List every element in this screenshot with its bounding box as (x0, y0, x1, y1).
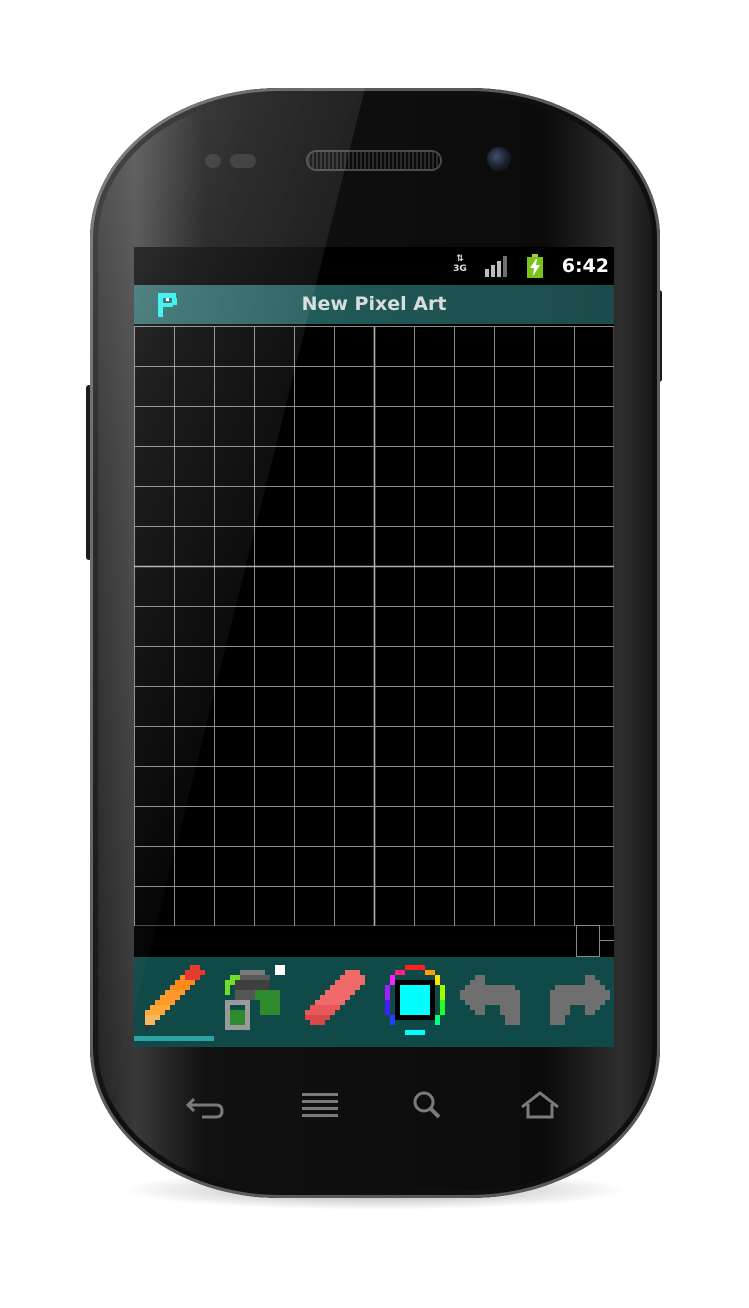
tool-color[interactable] (374, 957, 454, 1047)
data-transfer-icon: ⇅ 3G (451, 254, 469, 278)
network-type-label: 3G (453, 264, 467, 274)
pencil-icon (145, 965, 205, 1030)
tool-fill[interactable] (214, 957, 294, 1047)
menu-icon[interactable] (296, 1085, 344, 1125)
eraser-icon (305, 970, 365, 1025)
active-tool-indicator (134, 1036, 214, 1041)
screen: ⇅ 3G 6:42 New Pixel Art (134, 247, 614, 1047)
undo-arrow-icon (460, 975, 520, 1025)
tool-eraser[interactable] (294, 957, 374, 1047)
earpiece-speaker (308, 152, 440, 169)
redo-arrow-icon (550, 975, 610, 1025)
battery-charging-icon (527, 254, 543, 278)
status-bar: ⇅ 3G 6:42 (134, 247, 614, 285)
tool-pencil[interactable] (134, 957, 214, 1047)
device-frame: ⇅ 3G 6:42 New Pixel Art (0, 0, 749, 1308)
current-color-swatch (400, 985, 430, 1015)
canvas-scroll-indicator (576, 925, 600, 957)
paint-bucket-icon (225, 965, 285, 1030)
data-arrows-icon: ⇅ (456, 254, 464, 264)
tool-redo[interactable] (534, 957, 614, 1047)
front-camera (487, 147, 511, 171)
page-title: New Pixel Art (301, 293, 447, 315)
light-sensor (230, 154, 256, 168)
signal-icon (485, 256, 507, 277)
back-icon[interactable] (182, 1085, 230, 1125)
canvas-scroll-tick (600, 940, 614, 941)
proximity-sensor (205, 154, 221, 168)
tool-undo[interactable] (454, 957, 534, 1047)
pixel-canvas[interactable] (134, 326, 614, 926)
pixel-p-logo-icon[interactable] (156, 291, 182, 319)
home-icon[interactable] (516, 1085, 564, 1125)
search-icon[interactable] (404, 1085, 452, 1125)
color-picker-icon (385, 965, 445, 1035)
action-bar: New Pixel Art (134, 285, 614, 324)
hardware-nav-keys (134, 1075, 614, 1135)
pixel-grid[interactable] (134, 326, 614, 926)
tool-bar (134, 957, 614, 1047)
status-clock: 6:42 (561, 255, 609, 277)
